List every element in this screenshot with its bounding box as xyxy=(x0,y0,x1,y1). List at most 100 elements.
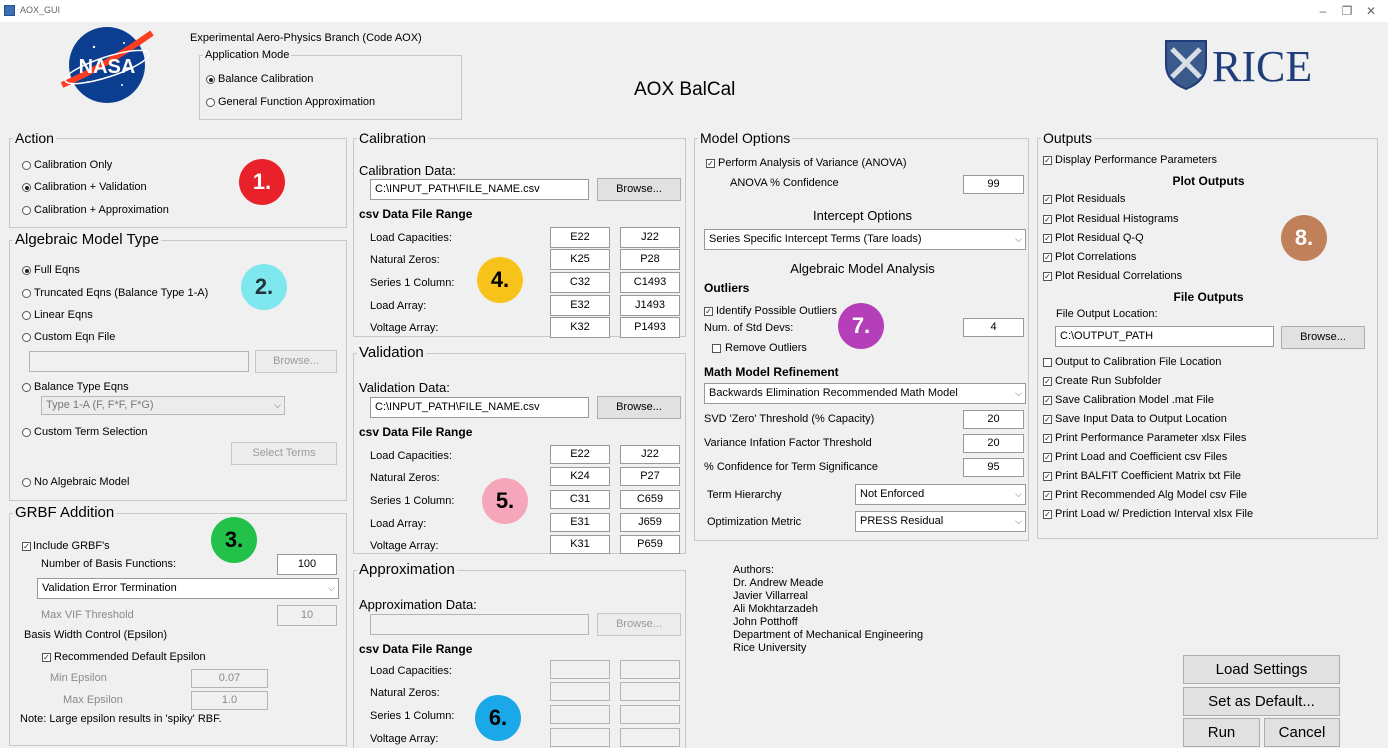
max-vif-input[interactable]: 10 xyxy=(277,605,337,626)
cal-load-array-end[interactable]: J1493 xyxy=(620,295,680,316)
val-load-array-end[interactable]: J659 xyxy=(620,513,680,532)
output-to-cal-location-checkbox[interactable] xyxy=(1043,358,1052,367)
print-recommended-model-checkbox[interactable]: ✓ xyxy=(1043,491,1052,500)
max-epsilon-input[interactable]: 1.0 xyxy=(191,691,268,710)
intercept-select[interactable]: Series Specific Intercept Terms (Tare lo… xyxy=(704,229,1026,250)
termination-select[interactable]: Validation Error Termination ⌵ xyxy=(37,578,339,599)
app-series-end[interactable] xyxy=(620,705,680,724)
save-model-checkbox[interactable]: ✓ xyxy=(1043,396,1052,405)
app-voltage-array-end[interactable] xyxy=(620,728,680,747)
refinement-select[interactable]: Backwards Elimination Recommended Math M… xyxy=(704,383,1026,404)
no-algebraic-radio[interactable] xyxy=(22,478,31,487)
authors-line: Rice University xyxy=(733,642,807,654)
select-terms-button[interactable]: Select Terms xyxy=(231,442,337,465)
calibration-path-input[interactable]: C:\INPUT_PATH\FILE_NAME.csv xyxy=(370,179,589,200)
balance-type-radio[interactable] xyxy=(22,383,31,392)
calibration-validation-radio[interactable] xyxy=(22,183,31,192)
app-series-start[interactable] xyxy=(550,705,610,724)
term-hierarchy-select[interactable]: Not Enforced ⌵ xyxy=(855,484,1026,505)
print-balfit-checkbox[interactable]: ✓ xyxy=(1043,472,1052,481)
output-browse-button[interactable]: Browse... xyxy=(1281,326,1365,349)
anova-checkbox[interactable]: ✓ xyxy=(706,159,715,168)
val-voltage-array-start[interactable]: K31 xyxy=(550,535,610,554)
custom-eqn-browse-button[interactable]: Browse... xyxy=(255,350,337,373)
anova-confidence-input[interactable]: 99 xyxy=(963,175,1024,194)
app-natural-zeros-start[interactable] xyxy=(550,682,610,701)
calibration-only-radio[interactable] xyxy=(22,161,31,170)
include-grbf-checkbox[interactable]: ✓ xyxy=(22,542,31,551)
identify-outliers-label: Identify Possible Outliers xyxy=(716,305,838,317)
app-natural-zeros-end[interactable] xyxy=(620,682,680,701)
validation-path-input[interactable]: C:\INPUT_PATH\FILE_NAME.csv xyxy=(370,397,589,418)
plot-histograms-checkbox[interactable]: ✓ xyxy=(1043,215,1052,224)
cancel-button[interactable]: Cancel xyxy=(1264,718,1340,747)
cal-natural-zeros-end[interactable]: P28 xyxy=(620,249,680,270)
val-natural-zeros-start[interactable]: K24 xyxy=(550,467,610,486)
full-eqns-radio[interactable] xyxy=(22,266,31,275)
balance-type-select[interactable]: Type 1-A (F, F*F, F*G) ⌵ xyxy=(41,396,285,415)
min-epsilon-input[interactable]: 0.07 xyxy=(191,669,268,688)
validation-browse-button[interactable]: Browse... xyxy=(597,396,681,419)
cal-load-array-start[interactable]: E32 xyxy=(550,295,610,316)
badge-8: 8. xyxy=(1281,215,1327,261)
val-load-capacities-end[interactable]: J22 xyxy=(620,445,680,464)
minimize-icon[interactable]: – xyxy=(1316,4,1330,18)
print-performance-checkbox[interactable]: ✓ xyxy=(1043,434,1052,443)
restore-icon[interactable]: ❐ xyxy=(1340,4,1354,18)
plot-residuals-checkbox[interactable]: ✓ xyxy=(1043,195,1052,204)
remove-outliers-checkbox[interactable] xyxy=(712,344,721,353)
display-performance-checkbox[interactable]: ✓ xyxy=(1043,156,1052,165)
cal-load-capacities-end[interactable]: J22 xyxy=(620,227,680,248)
val-voltage-array-end[interactable]: P659 xyxy=(620,535,680,554)
set-default-button[interactable]: Set as Default... xyxy=(1183,687,1340,716)
custom-eqn-file-input[interactable] xyxy=(29,351,249,372)
mode-gfa-radio[interactable] xyxy=(206,98,215,107)
print-prediction-interval-checkbox[interactable]: ✓ xyxy=(1043,510,1052,519)
custom-eqn-file-radio[interactable] xyxy=(22,333,31,342)
cal-natural-zeros-start[interactable]: K25 xyxy=(550,249,610,270)
vif-threshold-input[interactable]: 20 xyxy=(963,434,1024,453)
linear-eqns-radio[interactable] xyxy=(22,311,31,320)
cal-voltage-array-start[interactable]: K32 xyxy=(550,317,610,338)
print-load-coefficient-checkbox[interactable]: ✓ xyxy=(1043,453,1052,462)
recommended-epsilon-checkbox[interactable]: ✓ xyxy=(42,653,51,662)
create-subfolder-checkbox[interactable]: ✓ xyxy=(1043,377,1052,386)
plot-qq-checkbox[interactable]: ✓ xyxy=(1043,234,1052,243)
run-button[interactable]: Run xyxy=(1183,718,1260,747)
close-icon[interactable]: ✕ xyxy=(1364,4,1378,18)
val-series-end[interactable]: C659 xyxy=(620,490,680,509)
val-series-start[interactable]: C31 xyxy=(550,490,610,509)
remove-outliers-label: Remove Outliers xyxy=(725,342,807,354)
truncated-eqns-radio[interactable] xyxy=(22,289,31,298)
chevron-down-icon: ⌵ xyxy=(328,583,335,593)
mode-balance-radio[interactable] xyxy=(206,75,215,84)
plot-correlations-checkbox[interactable]: ✓ xyxy=(1043,253,1052,262)
num-basis-input[interactable]: 100 xyxy=(277,554,337,575)
svd-threshold-input[interactable]: 20 xyxy=(963,410,1024,429)
app-load-capacities-end[interactable] xyxy=(620,660,680,679)
val-load-capacities-start[interactable]: E22 xyxy=(550,445,610,464)
cal-series-start[interactable]: C32 xyxy=(550,272,610,293)
optimization-metric-select[interactable]: PRESS Residual ⌵ xyxy=(855,511,1026,532)
outputs-panel: Outputs ✓ Display Performance Parameters… xyxy=(1037,130,1378,539)
val-load-array-start[interactable]: E31 xyxy=(550,513,610,532)
custom-term-radio[interactable] xyxy=(22,428,31,437)
approximation-browse-button[interactable]: Browse... xyxy=(597,613,681,636)
load-settings-button[interactable]: Load Settings xyxy=(1183,655,1340,684)
cal-series-end[interactable]: C1493 xyxy=(620,272,680,293)
plot-residual-correlations-checkbox[interactable]: ✓ xyxy=(1043,272,1052,281)
app-voltage-array-start[interactable] xyxy=(550,728,610,747)
identify-outliers-checkbox[interactable]: ✓ xyxy=(704,307,713,316)
std-devs-input[interactable]: 4 xyxy=(963,318,1024,337)
cal-voltage-array-end[interactable]: P1493 xyxy=(620,317,680,338)
save-input-data-checkbox[interactable]: ✓ xyxy=(1043,415,1052,424)
term-confidence-input[interactable]: 95 xyxy=(963,458,1024,477)
outputs-title: Outputs xyxy=(1041,130,1095,146)
calibration-approximation-radio[interactable] xyxy=(22,206,31,215)
app-load-capacities-start[interactable] xyxy=(550,660,610,679)
file-location-input[interactable]: C:\OUTPUT_PATH xyxy=(1055,326,1274,347)
approximation-path-input[interactable] xyxy=(370,614,589,635)
cal-load-capacities-start[interactable]: E22 xyxy=(550,227,610,248)
val-natural-zeros-end[interactable]: P27 xyxy=(620,467,680,486)
calibration-browse-button[interactable]: Browse... xyxy=(597,178,681,201)
